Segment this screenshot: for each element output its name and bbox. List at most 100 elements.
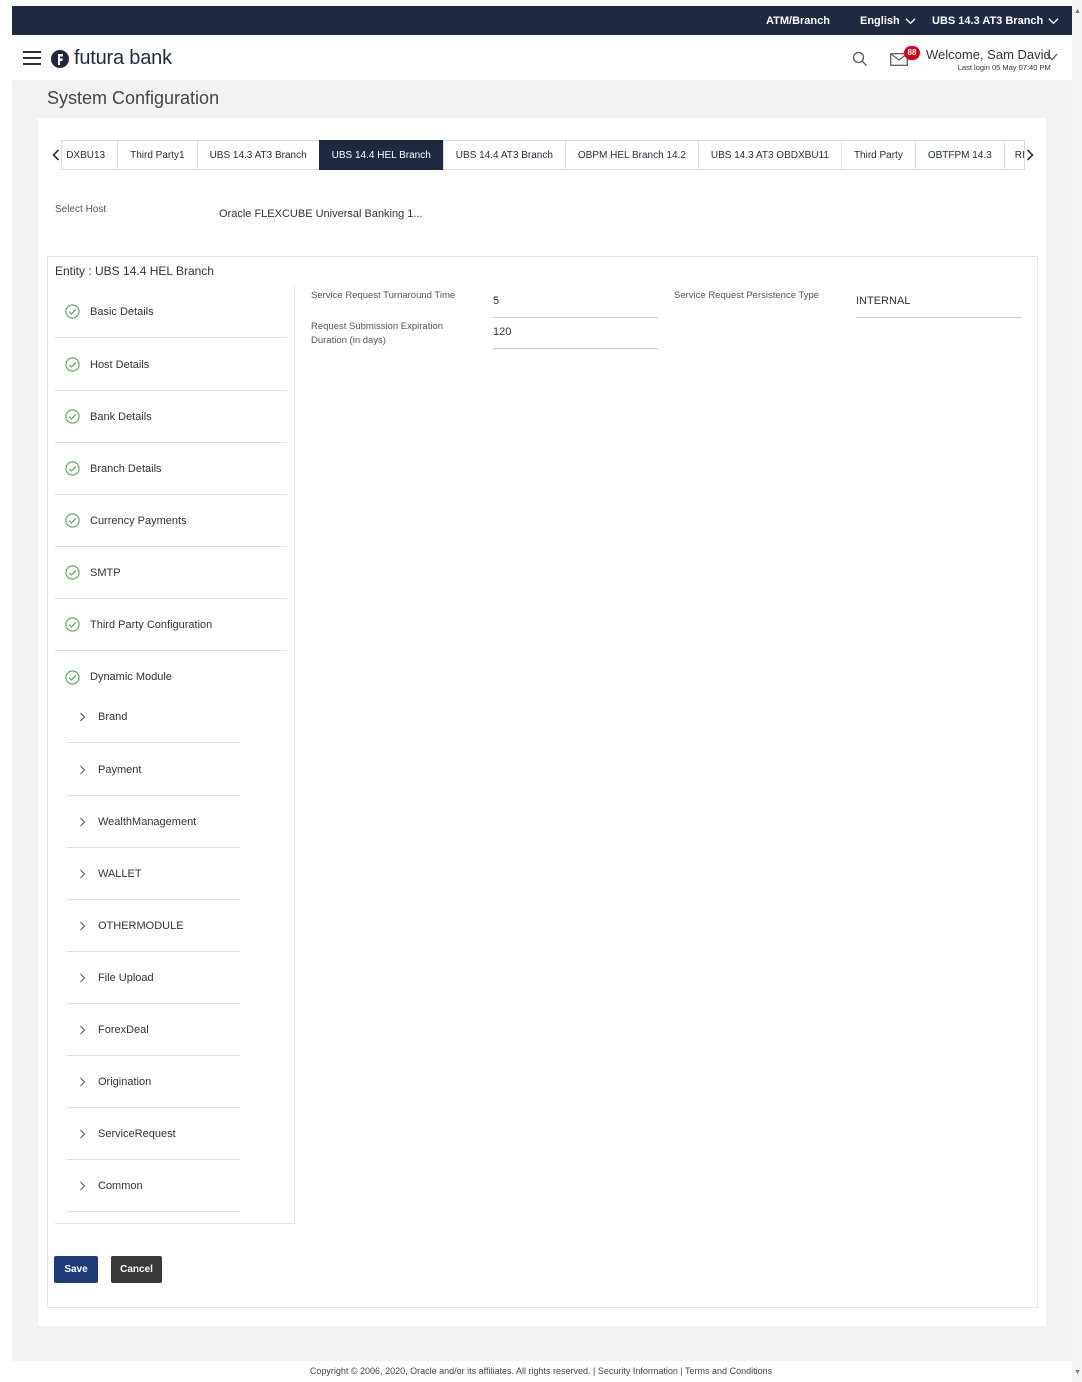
- save-button[interactable]: Save: [54, 1256, 98, 1283]
- sub-item-common[interactable]: Common: [67, 1160, 240, 1212]
- entity-title: Entity : UBS 14.4 HEL Branch: [55, 264, 214, 278]
- chevron-right-icon: [1027, 149, 1035, 161]
- nav-item-third-party-configuration[interactable]: Third Party Configuration: [55, 599, 287, 651]
- chevron-down-icon[interactable]: [1046, 53, 1058, 61]
- chevron-right-icon: [80, 765, 86, 774]
- tab-ubs-14-4-hel-branch[interactable]: UBS 14.4 HEL Branch: [318, 140, 443, 170]
- vertical-scrollbar[interactable]: ▲ ▼: [1072, 0, 1082, 1382]
- chevron-right-icon: [80, 1025, 86, 1034]
- sub-item-servicerequest[interactable]: ServiceRequest: [67, 1108, 240, 1160]
- hamburger-menu-icon[interactable]: [23, 51, 41, 65]
- sub-item-othermodule[interactable]: OTHERMODULE: [67, 900, 240, 952]
- tab-ubs-14-4-at3-branch[interactable]: UBS 14.4 AT3 Branch: [442, 140, 565, 170]
- sub-item-origination[interactable]: Origination: [67, 1056, 240, 1108]
- persistence-type-value: INTERNAL: [856, 295, 1021, 318]
- turnaround-time-label: Service Request Turnaround Time: [311, 290, 456, 301]
- tab-scroll-right[interactable]: [1025, 140, 1036, 170]
- sub-item-label: ForexDeal: [98, 1023, 149, 1036]
- atm-branch-link[interactable]: ATM/Branch: [766, 15, 830, 27]
- sub-item-label: Origination: [98, 1075, 152, 1088]
- nav-item-smtp[interactable]: SMTP: [55, 547, 287, 599]
- footer: Copyright © 2006, 2020, Oracle and/or it…: [309, 1366, 773, 1376]
- entity-selector[interactable]: UBS 14.3 AT3 Branch: [932, 15, 1059, 27]
- top-bar: ATM/Branch English UBS 14.3 AT3 Branch: [12, 6, 1072, 35]
- cancel-button[interactable]: Cancel: [111, 1256, 162, 1283]
- nav-item-bank-details[interactable]: Bank Details: [55, 391, 287, 443]
- scroll-up-icon[interactable]: ▲: [1074, 8, 1081, 15]
- chevron-right-icon: [80, 1077, 86, 1086]
- config-nav: Basic Details Host Details Bank Details …: [55, 286, 295, 1224]
- check-circle-icon: [65, 461, 80, 476]
- tab-dxbu13[interactable]: DXBU13: [61, 140, 118, 170]
- futura-logo-icon: [51, 49, 69, 68]
- select-host-label: Select Host: [55, 204, 107, 215]
- nav-item-label: Third Party Configuration: [90, 618, 213, 631]
- chevron-right-icon: [80, 973, 86, 982]
- nav-item-basic-details[interactable]: Basic Details: [55, 286, 287, 338]
- language-label: English: [860, 15, 900, 27]
- tab-ubs-14-3-at3-branch[interactable]: UBS 14.3 AT3 Branch: [196, 140, 319, 170]
- chevron-right-icon: [80, 869, 86, 878]
- expiration-label-line-2: Duration (in days): [311, 335, 386, 346]
- check-circle-icon: [65, 513, 80, 528]
- search-icon[interactable]: [852, 51, 868, 67]
- entity-tabs: DXBU13 Third Party1 UBS 14.3 AT3 Branch …: [50, 140, 1036, 170]
- check-circle-icon: [65, 357, 80, 372]
- nav-item-label: Basic Details: [90, 305, 154, 318]
- nav-item-label: Bank Details: [90, 410, 152, 423]
- sub-item-label: File Upload: [98, 971, 154, 984]
- tab-obpm-hel-branch[interactable]: OBPM HEL Branch 14.2: [564, 140, 698, 170]
- select-host-dropdown[interactable]: Oracle FLEXCUBE Universal Banking 1...: [219, 208, 423, 220]
- sub-item-brand[interactable]: Brand: [67, 691, 240, 743]
- nav-item-label: Dynamic Module: [90, 671, 172, 683]
- sub-item-label: OTHERMODULE: [98, 919, 184, 932]
- brand-logo[interactable]: futura bank: [50, 47, 172, 70]
- check-circle-icon: [65, 669, 80, 685]
- language-selector[interactable]: English: [860, 15, 916, 27]
- nav-item-currency-payments[interactable]: Currency Payments: [55, 495, 287, 547]
- chevron-right-icon: [80, 1129, 86, 1138]
- check-circle-icon: [65, 617, 80, 632]
- user-menu[interactable]: Welcome, Sam David Last login 05 May 07:…: [926, 47, 1051, 72]
- check-circle-icon: [65, 565, 80, 580]
- nav-item-host-details[interactable]: Host Details: [55, 339, 287, 391]
- brand-name: futura bank: [74, 47, 172, 69]
- tab-third-party1[interactable]: Third Party1: [117, 140, 197, 170]
- persistence-type-label: Service Request Persistence Type: [674, 290, 820, 301]
- app-header: futura bank 88 Welcome, Sam David Last l…: [12, 35, 1072, 81]
- nav-item-label: Currency Payments: [90, 514, 187, 527]
- sub-item-file-upload[interactable]: File Upload: [67, 952, 240, 1004]
- last-login-text: Last login 05 May 07:40 PM: [957, 63, 1051, 72]
- check-circle-icon: [65, 409, 80, 424]
- sub-item-wealthmanagement[interactable]: WealthManagement: [67, 796, 240, 848]
- tab-ri[interactable]: RI: [1003, 140, 1025, 170]
- sub-item-label: Common: [98, 1179, 143, 1192]
- chevron-right-icon: [80, 712, 86, 721]
- expiration-label-line-1: Request Submission Expiration: [311, 321, 444, 332]
- sub-item-wallet[interactable]: WALLET: [67, 848, 240, 900]
- turnaround-time-value: 5: [493, 295, 658, 318]
- tab-obtfpm-14-3[interactable]: OBTFPM 14.3: [914, 140, 1004, 170]
- sub-item-payment[interactable]: Payment: [67, 744, 240, 796]
- sub-item-label: ServiceRequest: [98, 1127, 176, 1140]
- chevron-right-icon: [80, 921, 86, 930]
- nav-item-label: Branch Details: [90, 462, 162, 475]
- chevron-down-icon: [1048, 17, 1059, 24]
- sub-item-forexdeal[interactable]: ForexDeal: [67, 1004, 240, 1056]
- expiration-value: 120: [493, 326, 658, 349]
- tab-scroll-left[interactable]: [50, 140, 61, 170]
- chevron-right-icon: [80, 1181, 86, 1190]
- tab-third-party[interactable]: Third Party: [840, 140, 915, 170]
- sub-item-label: WealthManagement: [98, 815, 197, 828]
- entity-label: UBS 14.3 AT3 Branch: [932, 15, 1044, 27]
- nav-item-label: SMTP: [90, 566, 121, 579]
- nav-item-label: Host Details: [90, 358, 150, 371]
- nav-item-branch-details[interactable]: Branch Details: [55, 443, 287, 495]
- nav-divider: [55, 1223, 295, 1224]
- expiration-label: Request Submission Expiration Duration (…: [311, 320, 443, 348]
- chevron-right-icon: [80, 817, 86, 826]
- tab-ubs-14-3-at3-obdxbu11[interactable]: UBS 14.3 AT3 OBDXBU11: [697, 140, 841, 170]
- notification-badge[interactable]: 88: [904, 46, 920, 60]
- sub-item-label: Payment: [98, 763, 142, 776]
- atm-branch-label: ATM/Branch: [766, 15, 830, 27]
